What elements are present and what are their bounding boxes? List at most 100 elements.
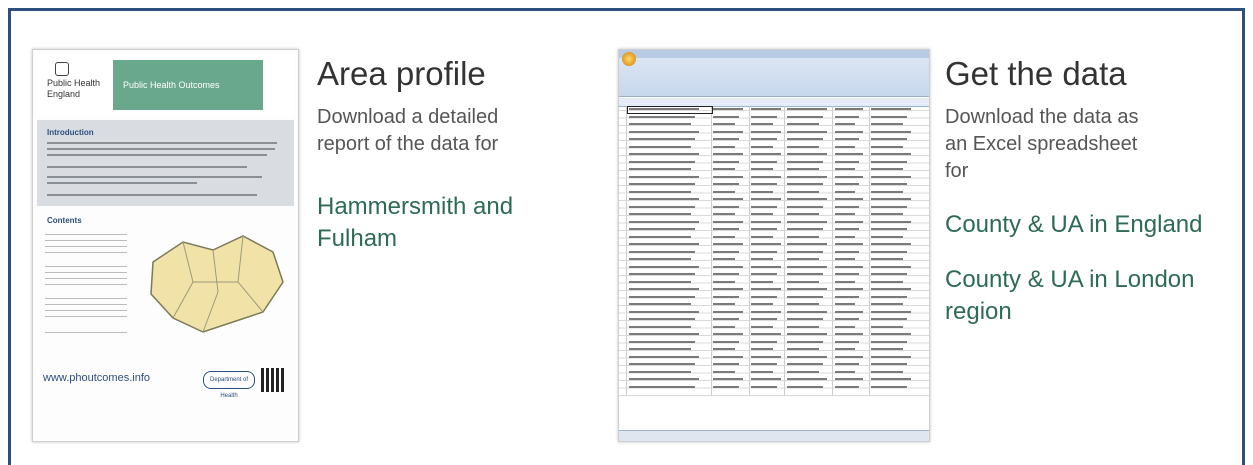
pdf-contents: Contents — [37, 210, 132, 350]
cell-text — [713, 115, 739, 118]
cell-text — [751, 153, 781, 155]
pdf-website-url: www.phoutcomes.info — [43, 372, 150, 384]
cell-text — [713, 175, 743, 178]
cell-text — [629, 363, 695, 365]
cell-text — [751, 273, 777, 275]
cell-text — [835, 168, 855, 170]
cell-text — [713, 325, 735, 328]
cell-text — [751, 108, 781, 110]
cell-text — [713, 108, 743, 110]
cell-text — [835, 183, 859, 185]
cell-text — [835, 370, 855, 373]
cell-text — [629, 213, 691, 215]
cell-text — [871, 228, 907, 230]
cell-text — [835, 123, 855, 125]
cell-text — [787, 130, 827, 133]
cell-text — [787, 378, 827, 380]
area-map-icon — [150, 235, 284, 333]
cell-text — [629, 258, 691, 260]
cell-text — [751, 265, 781, 268]
cell-text — [787, 123, 819, 125]
cell-text — [629, 190, 691, 193]
cell-text — [871, 288, 911, 290]
cell-text — [787, 385, 823, 388]
cell-text — [751, 168, 773, 170]
cell-text — [629, 220, 699, 223]
area-profile-description: Download a detailed report of the data f… — [317, 106, 499, 155]
cell-text — [787, 250, 823, 253]
cell-text — [751, 115, 777, 118]
cell-text — [835, 318, 859, 320]
pdf-title-band: Public Health Outcomes Framework — [113, 60, 263, 140]
cell-text — [629, 370, 691, 373]
cell-text — [713, 288, 743, 290]
cell-text — [751, 325, 773, 328]
area-profile-thumbnail[interactable]: Public Health England Public Health Outc… — [32, 49, 299, 442]
cell-text — [629, 130, 699, 133]
cell-text — [751, 378, 781, 380]
get-data-thumbnail[interactable] — [618, 49, 930, 442]
cell-text — [751, 213, 773, 215]
doh-logo: Department of Health — [203, 371, 255, 399]
cell-text — [713, 348, 735, 350]
cell-text — [835, 175, 863, 178]
cell-text — [629, 115, 695, 118]
cell-text — [835, 295, 859, 298]
cell-text — [751, 303, 773, 305]
cell-text — [713, 183, 739, 185]
cell-text — [713, 250, 739, 253]
cell-text — [835, 378, 863, 380]
cell-text — [835, 325, 855, 328]
cell-text — [629, 243, 699, 245]
cell-text — [787, 213, 819, 215]
cell-text — [629, 295, 695, 298]
cell-text — [713, 205, 739, 208]
cell-text — [713, 385, 739, 388]
cell-text — [871, 153, 911, 155]
cell-text — [835, 333, 863, 335]
cell-text — [871, 138, 907, 140]
cell-text — [713, 235, 735, 238]
cell-text — [871, 348, 903, 350]
cell-text — [629, 378, 699, 380]
cell-text — [787, 168, 819, 170]
cell-text — [751, 235, 773, 238]
cell-text — [871, 355, 911, 358]
cell-text — [835, 115, 859, 118]
area-profile-link[interactable]: Hammersmith and Fulham — [317, 191, 547, 255]
cell-text — [713, 295, 739, 298]
pdf-contents-title: Contents — [47, 216, 82, 225]
cell-text — [713, 378, 743, 380]
cell-text — [835, 108, 863, 110]
cell-text — [713, 363, 739, 365]
cell-text — [629, 168, 691, 170]
cell-text — [787, 318, 823, 320]
cell-text — [713, 145, 735, 148]
cell-text — [751, 198, 781, 200]
cell-text — [871, 108, 911, 110]
cell-text — [787, 340, 823, 343]
cell-text — [629, 385, 695, 388]
sheet-tabs — [619, 430, 929, 441]
cell-text — [629, 333, 699, 335]
cell-text — [787, 235, 819, 238]
cell-text — [871, 235, 903, 238]
cell-text — [787, 220, 827, 223]
area-profile-heading: Area profile — [317, 55, 486, 92]
cell-text — [871, 295, 907, 298]
download-england-link[interactable]: County & UA in England — [945, 209, 1235, 241]
pdf-header: Public Health England Public Health Outc… — [37, 54, 294, 140]
cell-text — [787, 145, 819, 148]
cell-text — [871, 123, 903, 125]
cell-text — [787, 183, 823, 185]
cell-text — [787, 228, 823, 230]
cell-text — [751, 228, 777, 230]
cell-text — [787, 310, 827, 313]
cell-text — [787, 355, 827, 358]
download-london-link[interactable]: County & UA in London region — [945, 264, 1195, 328]
cell-text — [871, 130, 911, 133]
cell-text — [787, 175, 827, 178]
cell-text — [871, 378, 911, 380]
cell-text — [629, 160, 695, 163]
cell-text — [787, 138, 823, 140]
